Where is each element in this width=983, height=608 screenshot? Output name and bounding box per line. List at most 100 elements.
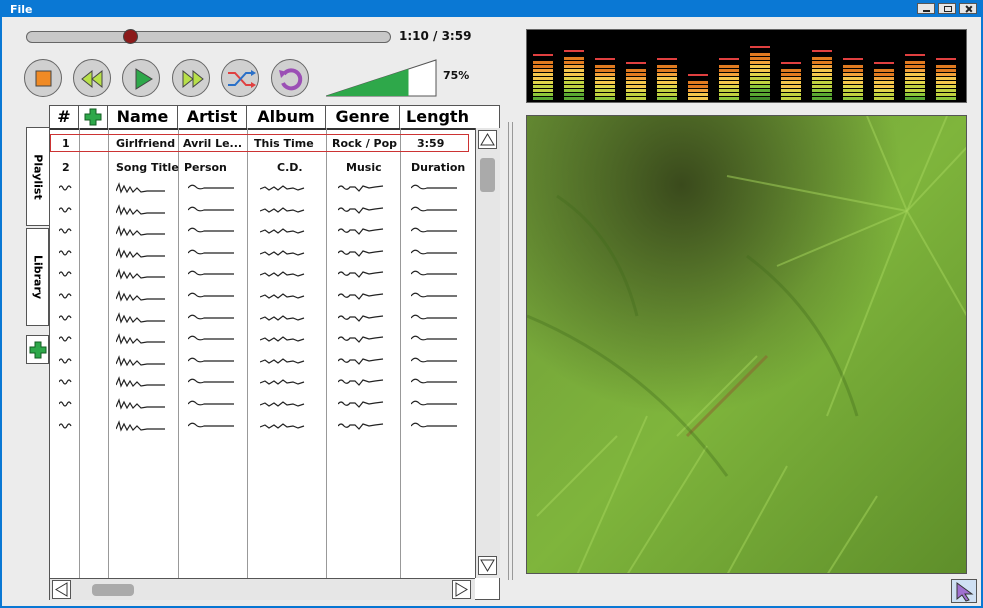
equalizer-bar-segment: [626, 73, 646, 76]
pane-splitter[interactable]: [507, 122, 515, 580]
equalizer-bar-segment: [750, 65, 770, 68]
header-artist[interactable]: Artist: [178, 106, 247, 128]
vertical-scrollbar[interactable]: [475, 128, 500, 578]
placeholder-scribble: [116, 419, 165, 432]
equalizer-peak: [874, 62, 894, 64]
equalizer-bar-segment: [750, 57, 770, 60]
equalizer-bar-segment: [936, 93, 956, 96]
shuffle-button[interactable]: [221, 59, 259, 97]
placeholder-scribble: [59, 207, 72, 213]
equalizer-bar-segment: [843, 73, 863, 76]
horizontal-scrollbar[interactable]: [50, 578, 475, 600]
triangle-down-icon: [480, 559, 495, 572]
placeholder-scribble: [188, 227, 234, 233]
equalizer-bar-segment: [750, 85, 770, 88]
grass-image: [527, 116, 966, 573]
seek-bar[interactable]: [26, 29, 391, 44]
placeholder-scribble: [188, 249, 234, 255]
placeholder-scribble: [411, 206, 457, 211]
tab-playlist[interactable]: Playlist: [26, 127, 49, 226]
horizontal-scroll-thumb[interactable]: [92, 584, 134, 596]
equalizer-bar-segment: [688, 89, 708, 92]
equalizer-bar-segment: [626, 97, 646, 100]
header-genre[interactable]: Genre: [326, 106, 400, 128]
rewind-button[interactable]: [73, 59, 111, 97]
equalizer-peak: [905, 54, 925, 56]
equalizer-bar-segment: [936, 77, 956, 80]
equalizer-bar-segment: [936, 73, 956, 76]
scroll-down-button[interactable]: [478, 556, 497, 575]
equalizer-bar-segment: [781, 85, 801, 88]
row-1-album: This Time: [254, 137, 314, 150]
placeholder-scribble: [116, 203, 165, 216]
scroll-right-button[interactable]: [452, 580, 471, 599]
placeholder-scribble: [260, 293, 305, 299]
stop-button[interactable]: [24, 59, 62, 97]
volume-slider[interactable]: [326, 59, 437, 97]
album-art-image: [526, 115, 967, 574]
equalizer-bar-segment: [874, 85, 894, 88]
row-1-length: 3:59: [417, 137, 445, 150]
plus-icon: [84, 108, 102, 126]
placeholder-scribble: [188, 206, 234, 211]
placeholder-scribble: [59, 271, 72, 277]
column-divider: [178, 128, 179, 578]
add-playlist-button[interactable]: [26, 335, 49, 364]
placeholder-scribble: [338, 379, 384, 387]
vertical-scroll-thumb[interactable]: [480, 158, 495, 192]
row-2-name: Song Title: [116, 161, 179, 174]
equalizer-bar-segment: [843, 69, 863, 72]
scroll-up-button[interactable]: [478, 130, 497, 149]
play-icon: [135, 68, 153, 90]
equalizer-bar-segment: [533, 69, 553, 72]
equalizer-bar-segment: [781, 77, 801, 80]
equalizer-bar-segment: [657, 65, 677, 68]
placeholder-scribble: [116, 398, 165, 410]
placeholder-scribble: [260, 379, 305, 386]
close-button[interactable]: [959, 3, 977, 14]
placeholder-scribble: [411, 184, 457, 190]
play-button[interactable]: [122, 59, 160, 97]
equalizer-peak: [533, 54, 553, 56]
header-name[interactable]: Name: [108, 106, 178, 128]
placeholder-scribble: [116, 268, 165, 281]
placeholder-scribble: [59, 315, 72, 321]
row-1-artist: Avril Le...: [183, 137, 243, 150]
tab-library[interactable]: Library: [26, 228, 49, 326]
placeholder-scribble: [260, 336, 305, 342]
equalizer-bar-segment: [564, 89, 584, 92]
equalizer-bar-segment: [843, 81, 863, 84]
placeholder-scribble: [59, 358, 72, 364]
pointer-button[interactable]: [951, 579, 977, 603]
minimize-button[interactable]: [917, 3, 935, 14]
equalizer-bar-segment: [533, 89, 553, 92]
equalizer-bar-segment: [719, 85, 739, 88]
equalizer-bar-segment: [905, 77, 925, 80]
equalizer-bar-segment: [564, 73, 584, 76]
placeholder-scribble: [188, 400, 234, 406]
equalizer-bar-segment: [874, 93, 894, 96]
placeholder-scribble: [59, 401, 72, 407]
fast-forward-button[interactable]: [172, 59, 210, 97]
repeat-icon: [279, 68, 303, 91]
equalizer-bar-segment: [936, 89, 956, 92]
scroll-left-button[interactable]: [52, 580, 71, 599]
equalizer-peak: [812, 50, 832, 52]
add-column-button[interactable]: [79, 106, 108, 128]
equalizer-bar-segment: [812, 77, 832, 80]
maximize-button[interactable]: [938, 3, 956, 14]
equalizer-bar-segment: [936, 81, 956, 84]
equalizer-peak: [750, 46, 770, 48]
seek-handle[interactable]: [122, 29, 138, 44]
table-header: # Name Artist Album Genre Length: [50, 106, 475, 130]
placeholder-scribble: [411, 422, 457, 427]
repeat-button[interactable]: [271, 59, 309, 97]
header-length[interactable]: Length: [400, 106, 475, 128]
placeholder-scribble: [338, 358, 384, 365]
header-album[interactable]: Album: [247, 106, 326, 128]
title-bar: File: [2, 2, 981, 17]
equalizer-bar-segment: [595, 97, 615, 100]
header-number[interactable]: #: [50, 106, 79, 128]
file-menu[interactable]: File: [10, 2, 33, 17]
equalizer-bar-segment: [595, 73, 615, 76]
